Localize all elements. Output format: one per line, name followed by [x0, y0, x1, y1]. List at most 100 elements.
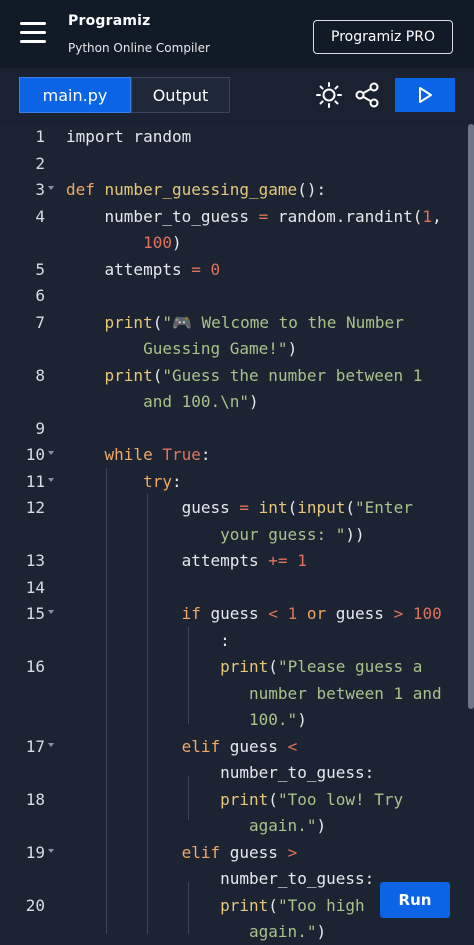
code-line[interactable]: 15 if guess < 1 or guess > 100: [0, 601, 474, 627]
line-number: 14: [25, 577, 45, 597]
line-number: 7: [35, 312, 45, 332]
code-line[interactable]: 4 number_to_guess = random.randint(1,: [0, 204, 474, 230]
code-line[interactable]: and 100.\n"): [0, 389, 474, 415]
code-editor[interactable]: 1 import random 2 3 def number_guessing_game…: [0, 124, 474, 941]
code-token: "Too high: [277, 895, 365, 915]
code-text: your guess: ")): [66, 522, 365, 548]
fold-arrow-icon[interactable]: [48, 848, 54, 853]
code-text: attempts += 1: [66, 548, 307, 574]
line-number: 18: [25, 789, 45, 809]
code-token: guess: [326, 604, 394, 623]
code-token: =: [191, 259, 201, 279]
code-token: (: [268, 895, 278, 915]
code-text: if guess < 1 or guess > 100: [66, 601, 442, 627]
code-line[interactable]: number_to_guess:: [0, 760, 474, 786]
code-line[interactable]: 5 attempts = 0: [0, 257, 474, 283]
code-token: (: [152, 365, 163, 385]
code-token: 1: [287, 604, 298, 623]
code-text: try:: [66, 469, 182, 495]
code-token: "Too low! Try: [277, 789, 404, 809]
fold-arrow-icon[interactable]: [48, 451, 54, 455]
code-token: (: [268, 789, 278, 809]
fold-arrow-icon[interactable]: [48, 186, 54, 190]
run-icon-button[interactable]: [395, 78, 455, 112]
code-text: print("🎮 Welcome to the Number: [66, 310, 404, 336]
code-token: "Enter: [355, 498, 413, 517]
code-line[interactable]: your guess: ")): [0, 522, 474, 548]
fold-arrow-icon[interactable]: [48, 742, 54, 747]
share-icon[interactable]: [350, 78, 384, 112]
code-line[interactable]: 100): [0, 230, 474, 256]
sun-icon[interactable]: [312, 78, 346, 112]
code-line[interactable]: 9: [0, 416, 474, 442]
code-token: (: [287, 498, 298, 517]
code-token: ): [297, 710, 307, 729]
programiz-pro-button[interactable]: Programiz PRO: [313, 20, 453, 54]
code-line[interactable]: 19 elif guess >: [0, 840, 474, 866]
line-number: 10: [25, 445, 45, 464]
logo[interactable]: Programiz: [68, 13, 151, 29]
code-token: guess: [229, 842, 288, 862]
code-line[interactable]: 7 print("🎮 Welcome to the Number: [0, 310, 474, 336]
editor-scrollbar[interactable]: [468, 124, 474, 709]
code-line[interactable]: 16 print("Please guess a: [0, 654, 474, 680]
code-line[interactable]: 1 import random: [0, 124, 474, 150]
code-line[interactable]: 14: [0, 575, 474, 601]
code-token: elif: [181, 842, 230, 862]
line-number: 2: [35, 153, 45, 173]
code-line[interactable]: number between 1 and: [0, 681, 474, 707]
run-button[interactable]: Run: [380, 882, 450, 918]
code-line[interactable]: 6: [0, 283, 474, 309]
code-token: attempts: [66, 259, 192, 279]
code-line[interactable]: Guessing Game!"): [0, 336, 474, 362]
code-text: number between 1 and: [66, 681, 442, 707]
line-number: 16: [25, 657, 45, 676]
code-token: number_to_guess: [66, 206, 259, 226]
code-line[interactable]: 3 def number_guessing_game():: [0, 177, 474, 203]
code-line[interactable]: again."): [0, 813, 474, 839]
code-line[interactable]: 10 while True:: [0, 442, 474, 468]
line-number: 3: [35, 180, 45, 199]
code-text: 100."): [66, 707, 307, 733]
line-number: 4: [35, 206, 45, 226]
code-token: random.randint(: [268, 206, 423, 226]
code-text: Guessing Game!"): [66, 336, 297, 362]
code-line[interactable]: 100."): [0, 707, 474, 733]
play-icon: [419, 87, 432, 103]
menu-icon[interactable]: [20, 22, 48, 44]
code-token: ():: [297, 180, 327, 199]
code-line[interactable]: 17 elif guess <: [0, 734, 474, 760]
code-token: if: [181, 604, 211, 623]
code-line[interactable]: 2: [0, 151, 474, 177]
code-line[interactable]: 11 try:: [0, 469, 474, 495]
code-token: print: [220, 895, 269, 915]
line-number: 5: [35, 259, 45, 279]
line-number: 13: [25, 551, 45, 570]
code-token: number_guessing_game: [104, 180, 298, 199]
code-token: 100: [412, 604, 442, 623]
code-line[interactable]: :: [0, 628, 474, 654]
indent-guide: [147, 494, 148, 934]
tab-output[interactable]: Output: [131, 77, 230, 113]
indent-guide: [188, 627, 189, 724]
code-line[interactable]: 8 print("Guess the number between 1: [0, 363, 474, 389]
code-line[interactable]: 13 attempts += 1: [0, 548, 474, 574]
code-token: :: [171, 471, 182, 491]
code-line[interactable]: again."): [0, 919, 474, 945]
code-token: print: [104, 312, 153, 332]
code-text: print("Please guess a: [66, 654, 422, 680]
fold-arrow-icon[interactable]: [48, 610, 54, 614]
code-line[interactable]: 12 guess = int(input("Enter: [0, 495, 474, 521]
tab-main-py[interactable]: main.py: [19, 77, 131, 113]
fold-arrow-icon[interactable]: [48, 477, 54, 482]
code-token: <: [287, 736, 298, 756]
code-line[interactable]: 18 print("Too low! Try: [0, 787, 474, 813]
code-token: print: [104, 365, 153, 385]
